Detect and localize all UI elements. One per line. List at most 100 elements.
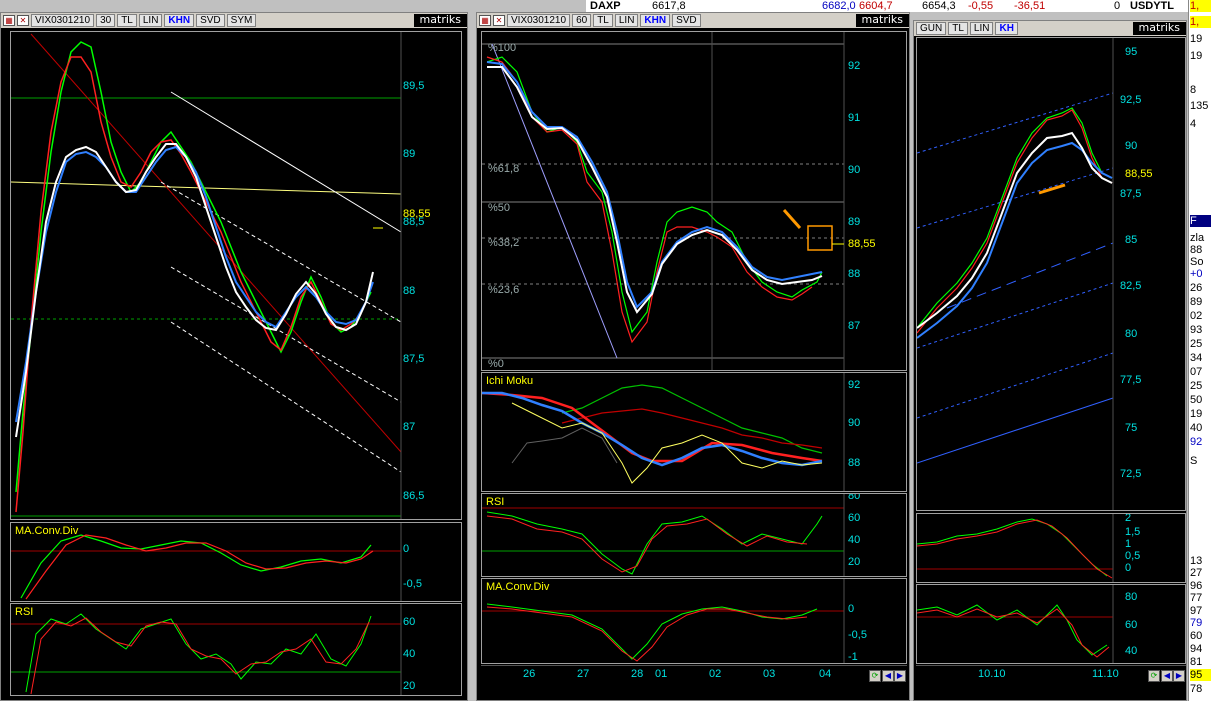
chart3-btn-lin[interactable]: LIN [969,22,994,35]
chart3-ind2-panel[interactable]: 80 60 40 [916,584,1186,664]
chart2-interval[interactable]: 60 [572,14,592,27]
scroll-left-icon[interactable]: ◀ [882,670,894,682]
chart2-x-axis: 26 27 28 01 02 03 04 ⟳ ◀ ▶ [481,665,907,687]
chart1-macd-panel[interactable]: MA.Conv.Div 0 -0,5 [10,522,462,602]
rc-24: S [1190,455,1198,467]
quote-change-abs: -36,51 [1014,0,1046,12]
chart2-date-4: 02 [709,668,722,680]
chart3-date-0: 10.10 [978,668,1006,680]
chart2-macd-panel[interactable]: MA.Conv.Div 0 -0,5 -1 [481,578,907,664]
chart2-price-panel[interactable]: %100 %61,8 %50 %38,2 %23,6 %0 92 91 90 8… [481,31,907,371]
rc-31: 60 [1190,630,1203,642]
chart2-ichi-tick-0: 92 [848,379,861,391]
chart2-last-price: 88,55 [848,238,876,250]
chart2-price-plot [482,32,845,370]
chart1-btn-khn[interactable]: KHN [164,14,195,27]
chart2-rsi-tick-3: 20 [848,556,861,568]
rc-17: 34 [1190,352,1203,364]
chart1-interval[interactable]: 30 [96,14,116,27]
matriks-logo: matriks [1132,22,1186,35]
rc-0: 1, [1190,0,1211,12]
quote-symbol: DAXP [590,0,621,12]
chart2-btn-tl[interactable]: TL [593,14,613,27]
chart1-tick-0: 89,5 [403,80,425,92]
chart1-tick-4: 87,5 [403,353,425,365]
quote-zero: 0 [1114,0,1121,12]
chart2-date-6: 04 [819,668,832,680]
chart1-price-panel[interactable]: 89,5 89 88,5 88 87,5 87 86,5 88,55 [10,31,462,520]
rc-29: 97 [1190,605,1203,617]
rc-25: 13 [1190,555,1203,567]
refresh-icon[interactable]: ⟳ [869,670,881,682]
chart2-tick-4: 88 [848,268,861,280]
quote-value3: 6604,7 [859,0,893,12]
chart3-ind2-plot [917,585,1114,663]
chart3-btn-gun[interactable]: GUN [916,22,947,35]
rc-13: 89 [1190,296,1203,308]
rc-6: 4 [1190,118,1197,130]
window-icon[interactable]: ▦ [3,15,15,26]
quote-pair: USDYTL [1130,0,1174,12]
rc-19: 25 [1190,380,1203,392]
chart2-ichimoku-panel[interactable]: Ichi Moku 92 90 88 [481,372,907,492]
chart1-btn-lin[interactable]: LIN [138,14,163,27]
chart3-ind1-plot [917,514,1114,582]
quote-value4: 6654,3 [922,0,956,12]
rc-9: 88 [1190,244,1203,256]
rc-1: 1, [1190,16,1211,28]
chart2-rsi-plot [482,494,845,576]
rc-18: 07 [1190,366,1203,378]
chart2-symbol[interactable]: VIX0301210 [507,14,571,27]
rc-20: 50 [1190,394,1203,406]
chart1-symbol[interactable]: VIX0301210 [31,14,95,27]
chart3-ind1-tick-3: 0,5 [1125,550,1141,562]
scroll-left-icon[interactable]: ◀ [1161,670,1173,682]
chart2-rsi-panel[interactable]: RSI 80 60 40 20 [481,493,907,577]
scroll-right-icon[interactable]: ▶ [894,670,906,682]
chart2-btn-svd[interactable]: SVD [672,14,701,27]
chart3-ind1-tick-4: 0 [1125,562,1132,574]
chart1-rsi-tick-0: 60 [403,616,416,628]
chart3-tick-9: 72,5 [1120,468,1142,480]
chart2-rsi-title: RSI [486,496,505,508]
chart1-btn-svd[interactable]: SVD [196,14,225,27]
rc-12: 26 [1190,282,1203,294]
refresh-icon[interactable]: ⟳ [1148,670,1160,682]
chart3-btn-tl[interactable]: TL [948,22,968,35]
chart1-btn-sym[interactable]: SYM [226,14,257,27]
rc-23: 92 [1190,436,1203,448]
window-icon-2[interactable]: ✕ [493,15,505,26]
chart2-tick-5: 87 [848,320,861,332]
chart2-tick-2: 90 [848,164,861,176]
chart3-btn-kh[interactable]: KH [995,22,1018,35]
chart1-rsi-panel[interactable]: RSI 60 40 20 [10,603,462,696]
chart2-btn-khn[interactable]: KHN [640,14,671,27]
chart2-rsi-tick-1: 60 [848,512,861,524]
quote-strip: DAXP 6617,8 6682,0 6604,7 6654,3 -0,55 -… [586,0,1188,12]
chart2-ichimoku-title: Ichi Moku [486,375,534,387]
window-icon-2[interactable]: ✕ [17,15,29,26]
chart1-tick-3: 88 [403,285,416,297]
chart1-macd-plot [11,523,402,601]
rc-4: 8 [1190,84,1197,96]
rc-11: +0 [1190,268,1203,280]
chart-window-3: GUN TL LIN KH matriks 95 92,5 90 87,5 85… [913,20,1187,701]
chart2-date-3: 01 [655,668,668,680]
chart2-fib-0: %0 [488,358,504,370]
quote-value2: 6682,0 [822,0,856,12]
scroll-right-icon[interactable]: ▶ [1173,670,1185,682]
chart2-toolbar: ▦ ✕ VIX0301210 60 TL LIN KHN SVD matriks [477,13,909,28]
chart1-btn-tl[interactable]: TL [117,14,137,27]
chart3-last-price: 88,55 [1125,168,1153,180]
chart3-price-panel[interactable]: 95 92,5 90 87,5 85 82,5 80 77,5 75 72,5 … [916,37,1186,511]
chart3-tick-2: 90 [1125,140,1138,152]
chart2-btn-lin[interactable]: LIN [614,14,639,27]
chart2-fib-382: %38,2 [488,237,520,249]
chart2-macd-tick-2: -1 [848,651,858,663]
chart1-rsi-plot [11,604,402,695]
chart3-ind1-panel[interactable]: 2 1,5 1 0,5 0 [916,513,1186,583]
window-icon[interactable]: ▦ [479,15,491,26]
chart1-tick-1: 89 [403,148,416,160]
matriks-logo: matriks [413,14,467,27]
chart3-tick-3: 87,5 [1120,188,1142,200]
